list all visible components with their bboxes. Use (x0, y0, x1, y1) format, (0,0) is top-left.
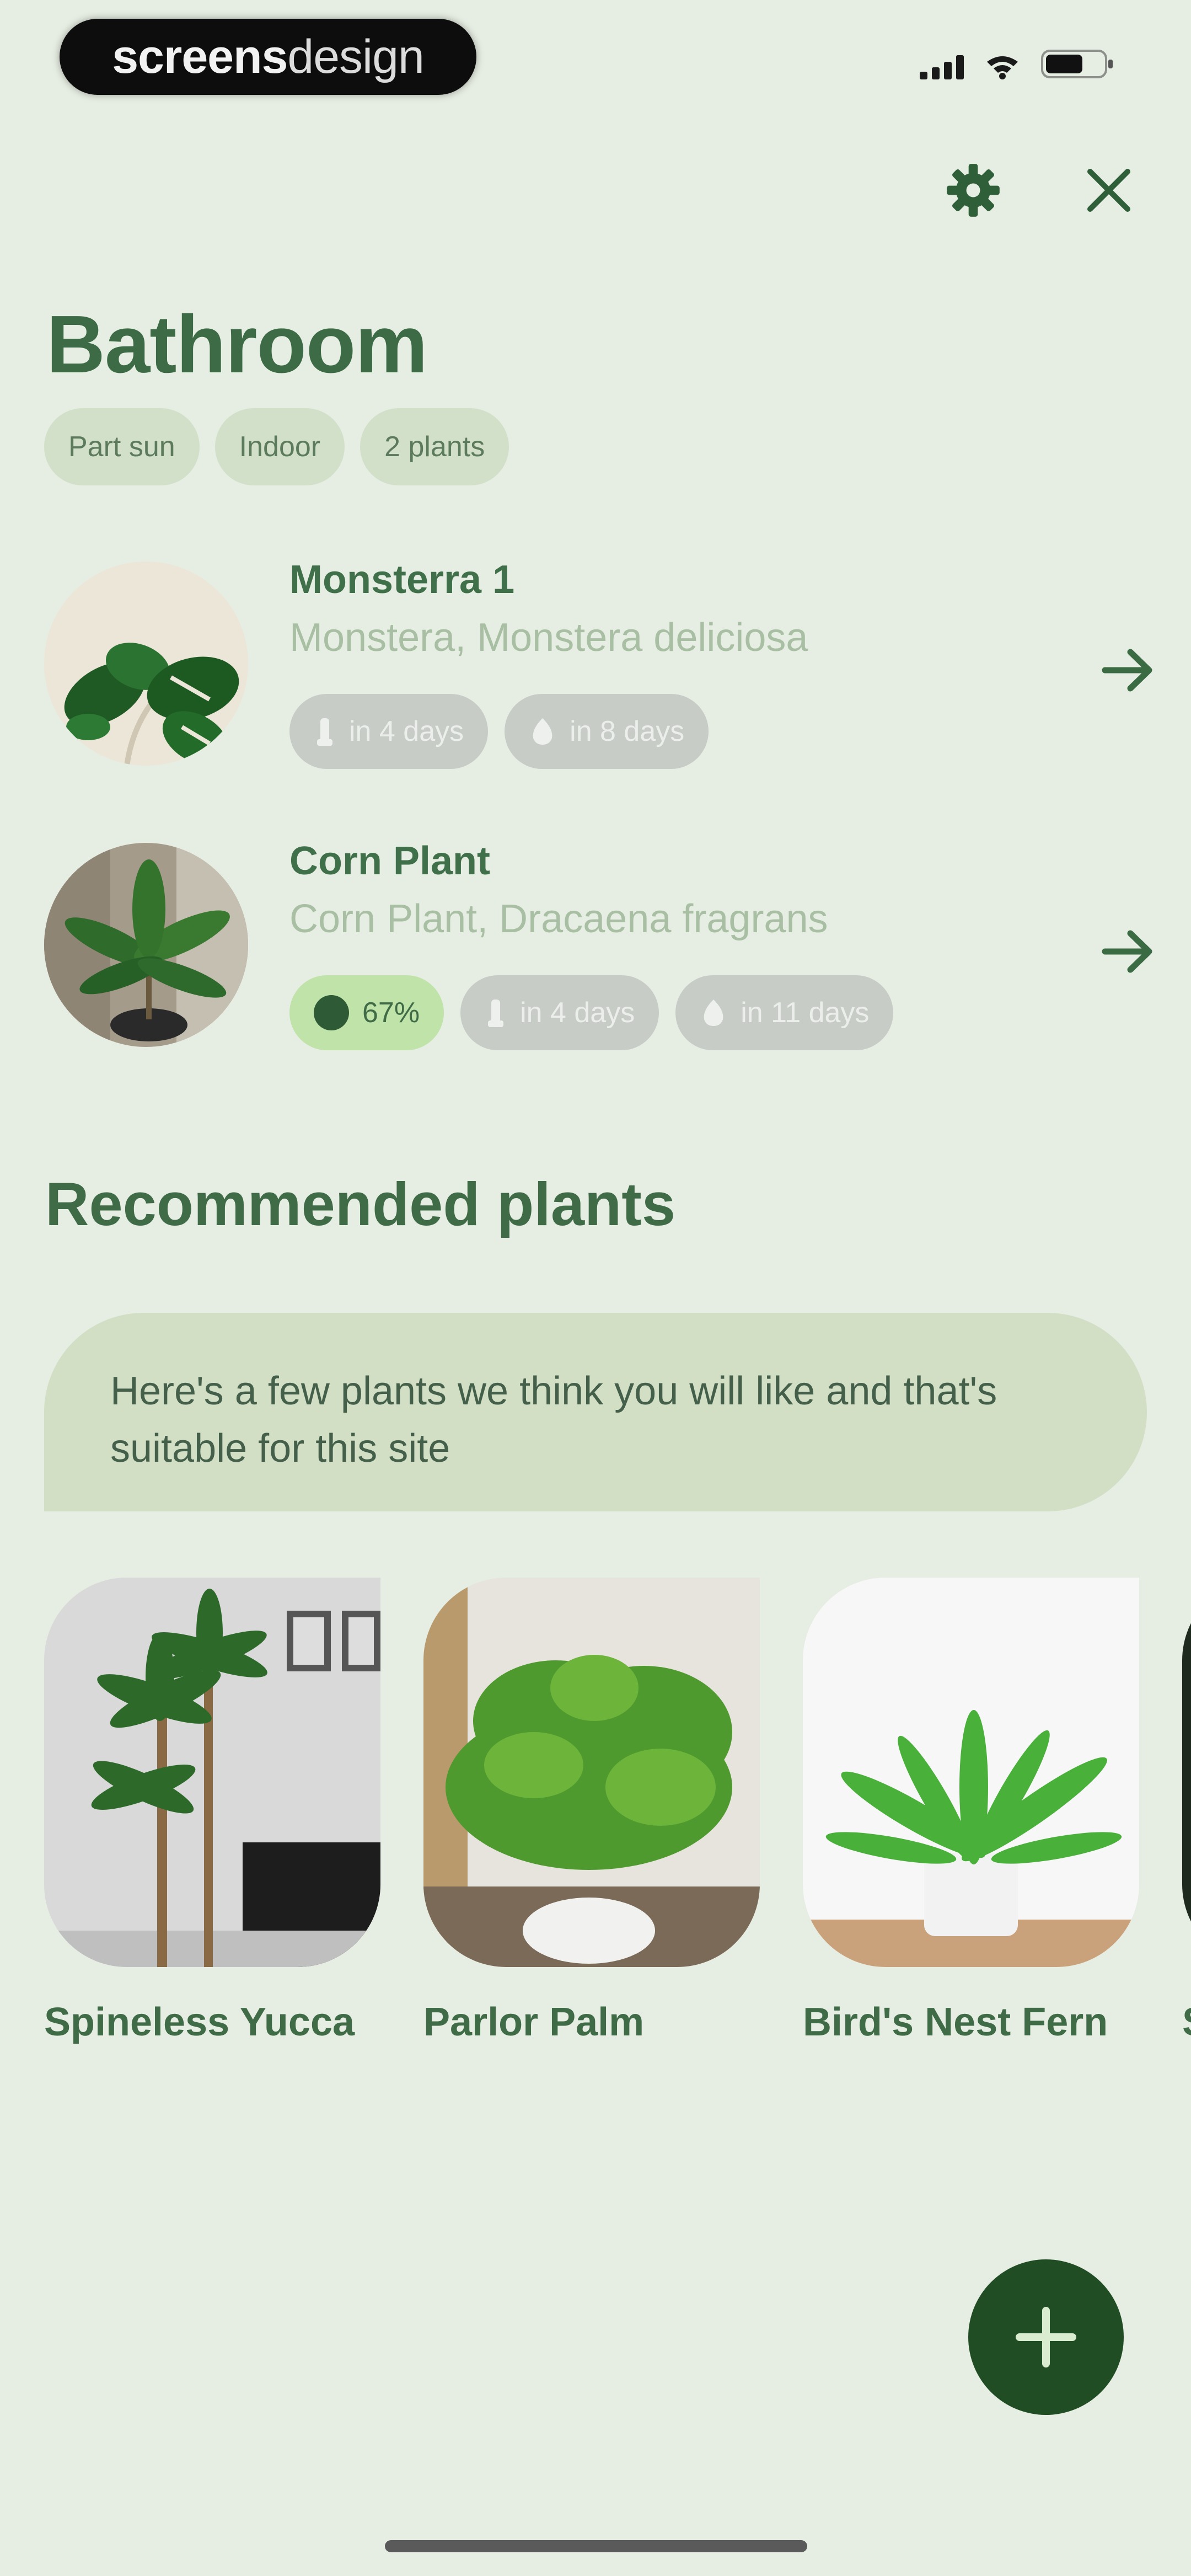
add-plant-button[interactable] (968, 2259, 1124, 2415)
fertilizer-icon (704, 1000, 723, 1026)
logo-text: screensdesign (112, 30, 425, 83)
section-title-recommended: Recommended plants (45, 1171, 676, 1238)
signal-icon (920, 54, 964, 79)
tag-light: Part sun (44, 408, 200, 485)
fertilizer-badge-label: in 8 days (570, 715, 685, 747)
tag-location: Indoor (214, 408, 345, 485)
close-button[interactable] (1073, 154, 1145, 226)
page-title: Bathroom (46, 299, 428, 390)
rec-plant-name: Spineless Yucca (44, 2000, 355, 2044)
rec-plant-name: Bird's Nest Fern (803, 2000, 1108, 2044)
care-badges: 67% in 4 days in 11 days (289, 975, 894, 1050)
water-badge-label: in 4 days (349, 715, 464, 747)
battery-icon (1041, 49, 1114, 79)
water-drop-icon (317, 718, 332, 746)
water-badge: in 4 days (289, 694, 489, 769)
gear-icon (947, 164, 1000, 217)
plant-row-corn-plant[interactable]: Corn Plant Corn Plant, Dracaena fragrans… (44, 838, 1158, 1050)
water-drop-icon (488, 1000, 504, 1027)
close-icon (1087, 169, 1130, 212)
rec-photo (44, 1578, 380, 1967)
plant-photo-monstera (44, 562, 248, 766)
rec-photo (1182, 1578, 1191, 1967)
rec-card-parlor-palm[interactable]: Parlor Palm (423, 1578, 760, 2051)
rec-card-spineless-yucca[interactable]: Spineless Yucca (44, 1578, 380, 2051)
wifi-icon (986, 54, 1019, 79)
fertilizer-badge: in 8 days (505, 694, 709, 769)
rec-plant-name: Parlor Palm (423, 2000, 645, 2044)
site-tags: Part sun Indoor 2 plants (44, 408, 509, 485)
tag-plant-count: 2 plants (360, 408, 509, 485)
screen: screensdesign Bathroom Part sun Indoor 2… (0, 0, 1191, 2576)
home-indicator[interactable] (385, 2540, 807, 2552)
recommended-carousel[interactable]: Spineless Yucca Parlor Palm Bird's Nest … (44, 1578, 1191, 2118)
plant-name: Corn Plant (289, 839, 491, 883)
fertilizer-badge: in 11 days (675, 975, 894, 1050)
rec-card-partial[interactable]: S (1182, 1578, 1191, 2051)
plant-species: Corn Plant, Dracaena fragrans (289, 897, 828, 941)
recommendation-info-card: Here's a few plants we think you will li… (44, 1313, 1147, 1511)
fertilizer-icon (533, 718, 552, 745)
plant-photo-corn-plant (44, 843, 248, 1047)
fertilizer-badge-label: in 11 days (741, 997, 870, 1029)
plus-icon (1016, 2307, 1076, 2367)
screensdesign-logo: screensdesign (60, 19, 476, 95)
settings-button[interactable] (937, 154, 1009, 226)
arrow-right-icon[interactable] (1097, 640, 1158, 701)
status-icons (920, 49, 1114, 79)
care-badges: in 4 days in 8 days (289, 694, 709, 769)
plant-row-monstera[interactable]: Monsterra 1 Monstera, Monstera deliciosa… (44, 557, 1158, 769)
plant-name: Monsterra 1 (289, 558, 515, 602)
water-badge-label: in 4 days (520, 997, 635, 1029)
rec-photo (803, 1578, 1139, 1967)
arrow-right-icon[interactable] (1097, 921, 1158, 982)
health-badge: 67% (289, 975, 444, 1050)
rec-photo (423, 1578, 760, 1967)
plant-species: Monstera, Monstera deliciosa (289, 616, 808, 660)
rec-plant-name: S (1182, 1994, 1191, 2051)
rec-card-birds-nest-fern[interactable]: Bird's Nest Fern (803, 1578, 1139, 2051)
health-icon (314, 995, 349, 1030)
water-badge: in 4 days (460, 975, 659, 1050)
health-badge-label: 67% (362, 997, 420, 1029)
